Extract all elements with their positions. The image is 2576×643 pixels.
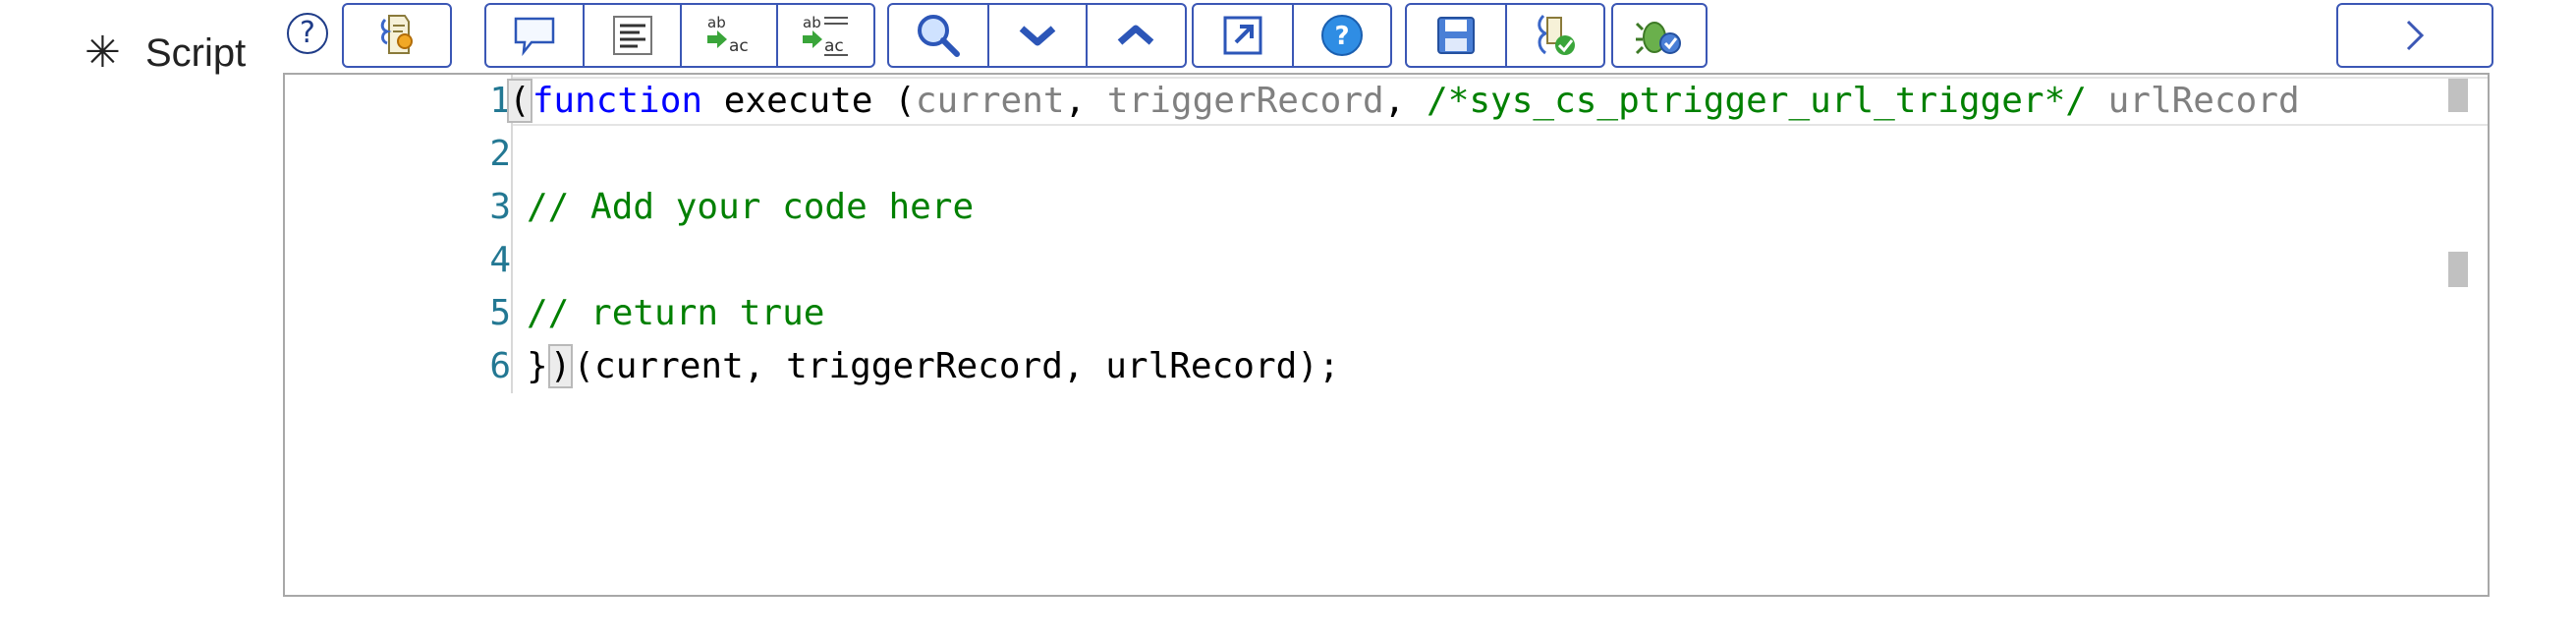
fullscreen-button[interactable] [1194, 5, 1292, 66]
help-button[interactable]: ? [1292, 5, 1390, 66]
syntax-check-button[interactable] [1505, 5, 1603, 66]
code-line[interactable]: (function execute (current, triggerRecor… [507, 75, 2300, 128]
find-previous-icon [1117, 25, 1154, 45]
code-token: function [532, 81, 703, 121]
syntax-check-icon [1538, 14, 1575, 55]
svg-text:ac: ac [729, 36, 749, 56]
toolbar-group-save [1405, 3, 1605, 68]
scrollbar-marker [2448, 252, 2468, 287]
find-next-button[interactable] [987, 5, 1086, 66]
svg-text:ab: ab [803, 14, 821, 31]
svg-text:?: ? [1334, 22, 1349, 51]
code-token: current [915, 81, 1065, 121]
replace-icon: ab ac [707, 14, 749, 56]
toolbar-group-script [342, 3, 452, 68]
code-token: triggerRecord [1106, 81, 1384, 121]
toolbar-group-view: ? [1192, 3, 1392, 68]
find-previous-button[interactable] [1086, 5, 1184, 66]
expand-toggle-group [2336, 3, 2493, 68]
code-token: (current, triggerRecord, urlRecord); [573, 346, 1340, 386]
line-number-gutter: 1 2 3 4 5 6 [285, 75, 511, 595]
help-icon: ? [1321, 15, 1363, 56]
code-token: ) [547, 344, 574, 388]
field-help-icon[interactable]: ? [287, 13, 328, 54]
comment-button[interactable] [486, 5, 583, 66]
code-line[interactable]: })(current, triggerRecord, urlRecord); [527, 340, 1340, 393]
expand-button[interactable] [2338, 5, 2491, 66]
debug-icon [1635, 22, 1681, 55]
field-label: Script [145, 31, 247, 75]
line-number: 6 [489, 346, 511, 386]
line-number: 3 [489, 187, 511, 227]
replace-all-button[interactable]: ab ac [776, 5, 873, 66]
save-button[interactable] [1407, 5, 1505, 66]
vertical-scrollbar[interactable] [2446, 75, 2472, 595]
script-include-button[interactable] [344, 5, 449, 66]
save-icon [1437, 17, 1475, 54]
code-token: , [1383, 81, 1428, 121]
code-area[interactable]: (function execute (current, triggerRecor… [507, 75, 2467, 595]
comment-icon [514, 17, 555, 56]
toolbar-group-debug [1611, 3, 1708, 68]
line-number: 2 [489, 134, 511, 174]
code-token: urlRecord [2086, 81, 2300, 121]
line-number: 1 [489, 81, 511, 121]
toolbar-group-search [887, 3, 1187, 68]
chevron-right-icon [2406, 20, 2424, 51]
code-token: /*sys_cs_ptrigger_url_trigger*/ [1427, 81, 2087, 121]
code-line[interactable]: // Add your code here [527, 181, 974, 234]
replace-button[interactable]: ab ac [679, 5, 777, 66]
code-token: // Add your code here [527, 187, 975, 227]
line-number: 5 [489, 293, 511, 333]
format-icon [612, 16, 652, 55]
format-code-button[interactable] [583, 5, 680, 66]
script-include-icon [380, 15, 413, 54]
search-icon [918, 15, 960, 57]
search-button[interactable] [889, 5, 987, 66]
code-line[interactable]: // return true [527, 287, 824, 340]
find-next-icon [1019, 26, 1056, 46]
code-token: , [1064, 81, 1107, 121]
code-token: ( [507, 79, 532, 123]
script-editor[interactable]: 1 2 3 4 5 6 (function execute (current, trigg… [283, 73, 2490, 597]
toolbar-group-edit: ab ac ab ac [484, 3, 875, 68]
code-token: } [527, 346, 548, 386]
code-token: execute ( [702, 81, 916, 121]
fullscreen-icon [1223, 16, 1262, 55]
replace-all-icon: ab ac [802, 14, 848, 56]
debug-button[interactable] [1613, 5, 1705, 66]
scrollbar-thumb[interactable] [2448, 79, 2468, 112]
line-number: 4 [489, 240, 511, 280]
svg-text:ac: ac [824, 36, 844, 56]
svg-text:ab: ab [707, 14, 726, 31]
required-marker: ✳ [84, 29, 121, 77]
code-token: // return true [527, 293, 825, 333]
